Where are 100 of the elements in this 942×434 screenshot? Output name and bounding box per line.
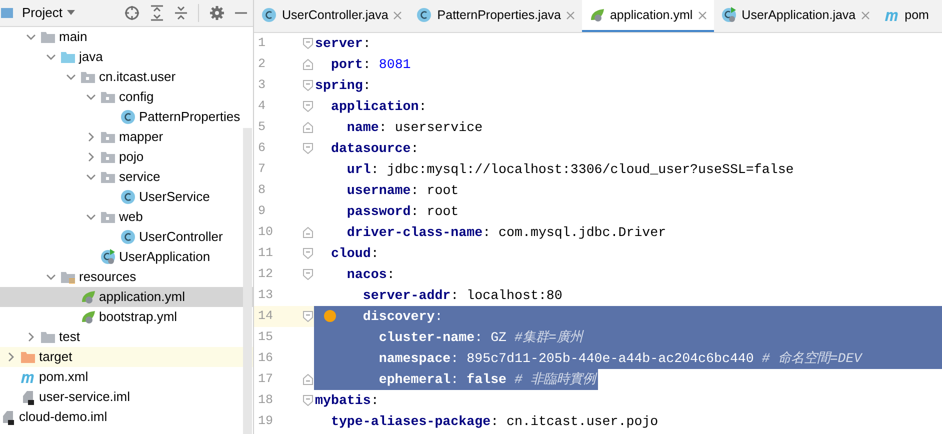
fold-icon[interactable] xyxy=(303,311,313,322)
class-icon xyxy=(120,109,136,125)
tree-item[interactable]: mapper xyxy=(0,127,253,147)
code-line: datasource: xyxy=(330,140,420,158)
line-number: 8 xyxy=(257,182,267,199)
line-number: 12 xyxy=(257,266,274,283)
line-number: 2 xyxy=(257,56,267,73)
module-file-icon xyxy=(0,409,16,425)
tree-item[interactable]: cn.itcast.user xyxy=(0,67,253,87)
close-icon xyxy=(860,10,870,20)
package-icon xyxy=(100,89,116,105)
close-icon xyxy=(393,10,402,20)
tree-item[interactable]: resources xyxy=(0,267,253,287)
locate-icon xyxy=(124,5,140,21)
editor-tab[interactable]: UserController.java xyxy=(254,0,410,32)
tree-item[interactable]: UserApplication xyxy=(0,247,253,267)
editor-tab[interactable]: UserApplication.java xyxy=(714,0,877,32)
code-line: server-addr: localhost:80 xyxy=(362,286,564,305)
fold-icon[interactable] xyxy=(303,122,313,133)
tree-item[interactable]: cloud-demo.iml xyxy=(0,407,253,427)
fold-icon[interactable] xyxy=(303,59,313,70)
line-number: 15 xyxy=(257,329,274,346)
fold-icon[interactable] xyxy=(303,269,313,280)
tree-item[interactable]: service xyxy=(0,167,253,187)
class-icon xyxy=(120,189,136,205)
code-line: port: 8081 xyxy=(330,56,412,74)
fold-icon[interactable] xyxy=(303,395,313,406)
code-line: type-aliases-package: cn.itcast.user.pojo xyxy=(330,412,660,431)
line-number: 6 xyxy=(257,140,267,157)
code-line: spring: xyxy=(314,76,372,95)
tree-item[interactable]: UserController xyxy=(0,227,253,247)
spring-config-icon xyxy=(588,7,605,23)
class-icon xyxy=(120,229,136,245)
fold-icon[interactable] xyxy=(303,248,313,259)
package-icon xyxy=(100,209,116,225)
spring-config-icon xyxy=(80,289,96,305)
code-line: password: root xyxy=(346,202,460,221)
code-line: nacos: xyxy=(346,266,396,284)
fold-icon[interactable] xyxy=(303,227,313,238)
tree-item[interactable]: bootstrap.yml xyxy=(0,307,253,327)
package-icon xyxy=(100,129,116,145)
editor-tab[interactable]: pom xyxy=(876,0,936,32)
tree-item[interactable]: application.yml xyxy=(0,287,253,307)
line-number: 10 xyxy=(257,224,274,241)
package-icon xyxy=(100,169,116,185)
tree-item[interactable]: config xyxy=(0,87,253,107)
tree-item[interactable]: test xyxy=(0,327,253,347)
tree-item[interactable]: main xyxy=(0,27,253,47)
spring-config-icon xyxy=(80,309,96,325)
line-number: 7 xyxy=(257,161,267,178)
package-icon xyxy=(80,69,96,85)
folder-icon xyxy=(20,349,36,365)
tree-item[interactable]: PatternProperties xyxy=(0,107,253,127)
close-icon xyxy=(698,10,707,20)
code-line: name: userservice xyxy=(346,118,484,137)
tree-item[interactable]: web xyxy=(0,207,253,227)
line-number: 18 xyxy=(257,392,274,409)
line-number: 1 xyxy=(257,35,267,52)
line-number: 5 xyxy=(257,119,267,136)
line-number: 4 xyxy=(257,98,267,115)
tree-item[interactable]: UserService xyxy=(0,187,253,207)
line-number: 16 xyxy=(257,350,274,367)
fold-icon[interactable] xyxy=(303,374,313,385)
line-number: 3 xyxy=(257,77,267,94)
code-line: cloud: xyxy=(330,244,380,263)
class-icon xyxy=(416,7,432,23)
folder-icon xyxy=(40,29,56,45)
collapse-all-icon xyxy=(174,5,188,21)
fold-icon[interactable] xyxy=(303,80,313,91)
line-number: 13 xyxy=(257,287,274,304)
resources-folder-icon xyxy=(60,269,76,285)
tree-item[interactable]: pojo xyxy=(0,147,253,167)
code-line: server: xyxy=(314,34,372,53)
code-line: username: root xyxy=(346,182,460,200)
class-icon xyxy=(261,7,277,23)
code-line: application: xyxy=(330,98,428,116)
line-number: 17 xyxy=(257,371,274,388)
folder-icon xyxy=(40,329,56,345)
fold-icon[interactable] xyxy=(303,38,313,49)
line-number: 19 xyxy=(257,413,274,430)
settings-icon xyxy=(209,5,225,21)
tree-item[interactable]: user-service.iml xyxy=(0,387,253,407)
editor-tab[interactable]: application.yml xyxy=(582,0,714,32)
app-class-icon xyxy=(720,7,737,23)
tree-item[interactable]: pom.xml xyxy=(0,367,253,387)
caret-icon xyxy=(66,10,76,16)
minimize-icon xyxy=(235,12,247,14)
code-line: url: jdbc:mysql://localhost:3306/cloud_user?useSSL=false xyxy=(346,160,795,179)
editor-tab[interactable]: PatternProperties.java xyxy=(409,0,582,32)
fold-icon[interactable] xyxy=(303,143,313,154)
app-class-icon xyxy=(100,249,116,265)
panel-icon xyxy=(0,6,14,20)
tree-item[interactable]: java xyxy=(0,47,253,67)
code-line: mybatis: xyxy=(314,392,380,410)
scrollbar[interactable] xyxy=(243,128,252,434)
close-icon xyxy=(566,10,575,20)
project-view-dropdown[interactable]: Project xyxy=(22,3,76,23)
tree-item[interactable]: target xyxy=(0,347,253,367)
fold-icon[interactable] xyxy=(303,101,313,112)
code-line: driver-class-name: com.mysql.jdbc.Driver xyxy=(346,224,668,242)
